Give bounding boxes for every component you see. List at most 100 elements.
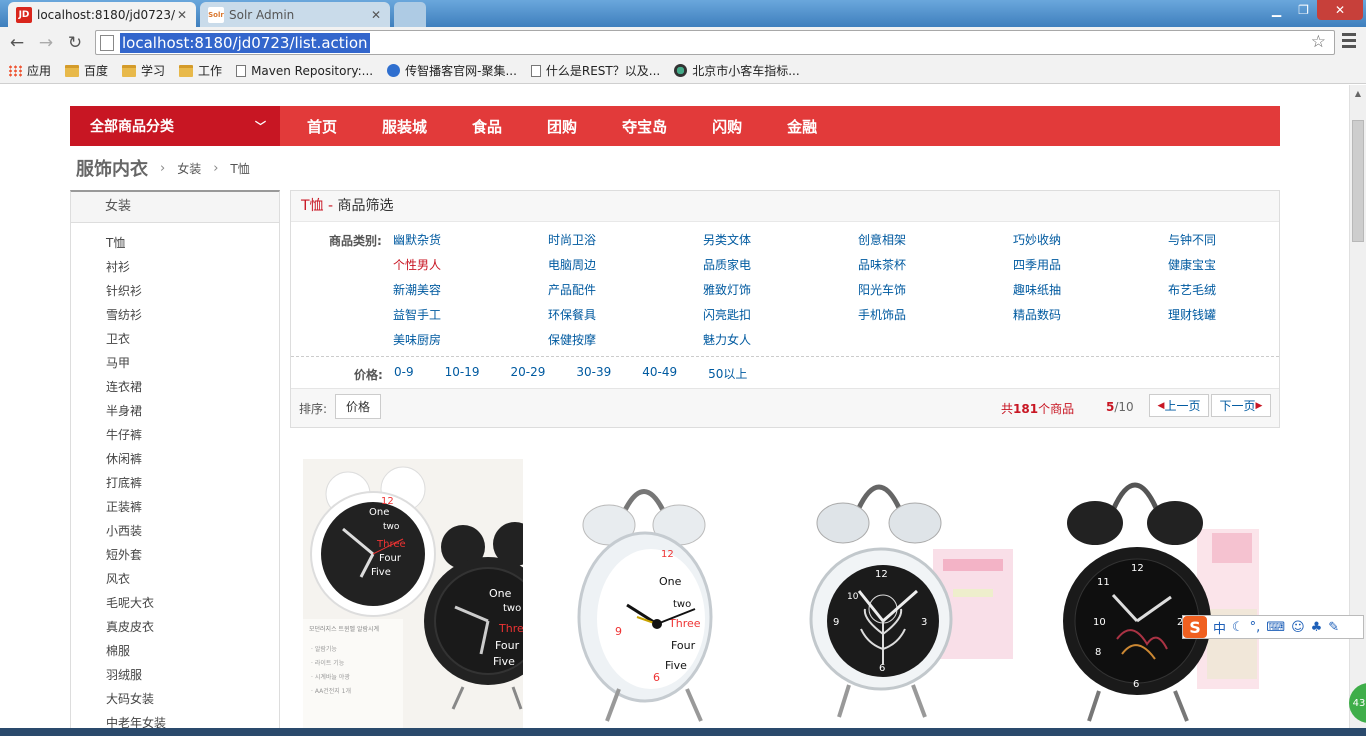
price-range-link[interactable]: 30-39 [576,365,611,382]
category-link[interactable]: 与钟不同 [1168,228,1323,253]
product-image-black-clock[interactable]: 12 11 10 8 6 2 [1037,459,1259,736]
category-link[interactable]: 品质家电 [703,253,858,278]
reload-icon[interactable]: ↻ [64,32,86,54]
bookmark-beijing[interactable]: 北京市小客车指标... [674,62,800,79]
category-link[interactable]: 新潮美容 [393,278,548,303]
ime-toolbar[interactable]: S 中 ☾ °, ⌨ ☺ ♣ ✎ [1182,615,1364,639]
price-range-link[interactable]: 40-49 [642,365,677,382]
moon-icon[interactable]: ☾ [1232,620,1244,635]
category-link[interactable]: 闪亮匙扣 [703,303,858,328]
category-link[interactable]: 另类文体 [703,228,858,253]
wrench-icon[interactable]: ✎ [1328,620,1339,635]
category-link[interactable]: 创意相架 [858,228,1013,253]
category-link[interactable]: 益智手工 [393,303,548,328]
sidebar-item[interactable]: 短外套 [71,543,279,567]
category-link[interactable]: 巧妙收纳 [1013,228,1168,253]
bookmark-itcast[interactable]: 传智播客官网-聚集... [387,62,517,79]
restore-icon[interactable]: ❐ [1290,0,1317,20]
sidebar-item[interactable]: 风衣 [71,567,279,591]
category-link[interactable]: 电脑周边 [548,253,703,278]
new-tab-button[interactable] [394,2,426,27]
price-range-link[interactable]: 20-29 [510,365,545,382]
nav-link-clothing[interactable]: 服装城 [382,116,427,137]
forward-icon[interactable]: → [35,32,57,54]
address-bar[interactable]: localhost:8180/jd0723/list.action ☆ [95,30,1335,55]
next-page-button[interactable]: 下一页 ▶ [1211,394,1271,417]
tab-list-action[interactable]: JD localhost:8180/jd0723/l ✕ [8,2,196,27]
sidebar-item[interactable]: 羽绒服 [71,663,279,687]
bookmark-work[interactable]: 工作 [179,62,222,79]
window-close-icon[interactable]: ✕ [1317,0,1363,20]
category-link[interactable]: 手机饰品 [858,303,1013,328]
sidebar-header[interactable]: 女装 [71,192,279,223]
category-link[interactable]: 个性男人 [393,253,548,278]
sort-by-price-button[interactable]: 价格 [335,394,381,419]
keyboard-icon[interactable]: ⌨ [1266,620,1285,635]
breadcrumb-root[interactable]: 服饰内衣 [76,155,148,181]
sidebar-item[interactable]: 连衣裙 [71,375,279,399]
category-link[interactable]: 四季用品 [1013,253,1168,278]
sidebar-item[interactable]: 棉服 [71,639,279,663]
breadcrumb-level1[interactable]: 女装 [177,160,201,177]
category-link[interactable]: 趣味纸抽 [1013,278,1168,303]
sidebar-item[interactable]: 毛呢大衣 [71,591,279,615]
bookmark-apps[interactable]: 应用 [8,62,51,79]
sidebar-item[interactable]: 半身裙 [71,399,279,423]
category-link[interactable]: 保健按摩 [548,328,703,353]
nav-link-treasure[interactable]: 夺宝岛 [622,116,667,137]
category-link[interactable]: 精品数码 [1013,303,1168,328]
close-tab-icon[interactable]: ✕ [370,8,382,22]
back-icon[interactable]: ← [6,32,28,54]
bookmark-rest[interactable]: 什么是REST？以及... [530,62,660,79]
category-link[interactable]: 阳光车饰 [858,278,1013,303]
sidebar-item[interactable]: 休闲裤 [71,447,279,471]
sidebar-item[interactable]: 衬衫 [71,255,279,279]
close-tab-icon[interactable]: ✕ [176,8,188,22]
skin-icon[interactable]: ♣ [1311,620,1323,635]
url-text[interactable]: localhost:8180/jd0723/list.action [120,32,370,53]
category-link[interactable]: 环保餐具 [548,303,703,328]
nav-link-food[interactable]: 食品 [472,116,502,137]
scroll-thumb[interactable] [1352,120,1364,242]
browser-menu-icon[interactable] [1342,33,1356,51]
sidebar-item[interactable]: 正装裤 [71,495,279,519]
nav-link-flash[interactable]: 闪购 [712,116,742,137]
category-link[interactable]: 理财钱罐 [1168,303,1323,328]
price-range-link[interactable]: 10-19 [445,365,480,382]
price-range-link[interactable]: 50以上 [708,365,747,382]
category-link[interactable]: 布艺毛绒 [1168,278,1323,303]
sidebar-item[interactable]: 马甲 [71,351,279,375]
sidebar-item[interactable]: 真皮皮衣 [71,615,279,639]
tab-solr-admin[interactable]: Solr Solr Admin ✕ [200,2,390,27]
sidebar-item[interactable]: 小西装 [71,519,279,543]
bookmark-baidu[interactable]: 百度 [65,62,108,79]
breadcrumb-level2[interactable]: T恤 [230,160,249,177]
sidebar-item[interactable]: 针织衫 [71,279,279,303]
category-link[interactable]: 产品配件 [548,278,703,303]
product-image-white-clock[interactable]: 12 One two Three Four Five 9 6 [549,459,769,736]
sidebar-item[interactable]: 雪纺衫 [71,303,279,327]
nav-link-finance[interactable]: 金融 [787,116,817,137]
product-image-twin-clock[interactable]: 12 One two Three Four Five One two Three… [303,459,523,736]
category-link[interactable]: 健康宝宝 [1168,253,1323,278]
all-categories-dropdown[interactable]: 全部商品分类 ﹀ [70,106,280,146]
category-link[interactable]: 时尚卫浴 [548,228,703,253]
prev-page-button[interactable]: ◀ 上一页 [1149,394,1209,417]
price-range-link[interactable]: 0-9 [394,365,414,382]
punctuation-icon[interactable]: °, [1250,620,1261,635]
category-link[interactable]: 品味茶杯 [858,253,1013,278]
nav-link-home[interactable]: 首页 [307,116,337,137]
bookmark-star-icon[interactable]: ☆ [1311,32,1326,52]
minimize-icon[interactable]: ▁ [1263,0,1290,20]
category-link[interactable]: 美味厨房 [393,328,548,353]
ime-mode[interactable]: 中 [1213,618,1226,637]
sidebar-item[interactable]: T恤 [71,231,279,255]
sidebar-item[interactable]: 大码女装 [71,687,279,711]
category-link[interactable]: 魅力女人 [703,328,858,353]
user-icon[interactable]: ☺ [1291,620,1305,635]
sidebar-item[interactable]: 打底裤 [71,471,279,495]
category-link[interactable]: 幽默杂货 [393,228,548,253]
sidebar-item[interactable]: 牛仔裤 [71,423,279,447]
bookmark-maven[interactable]: Maven Repository:... [236,64,373,78]
scroll-up-icon[interactable]: ▲ [1350,85,1366,102]
